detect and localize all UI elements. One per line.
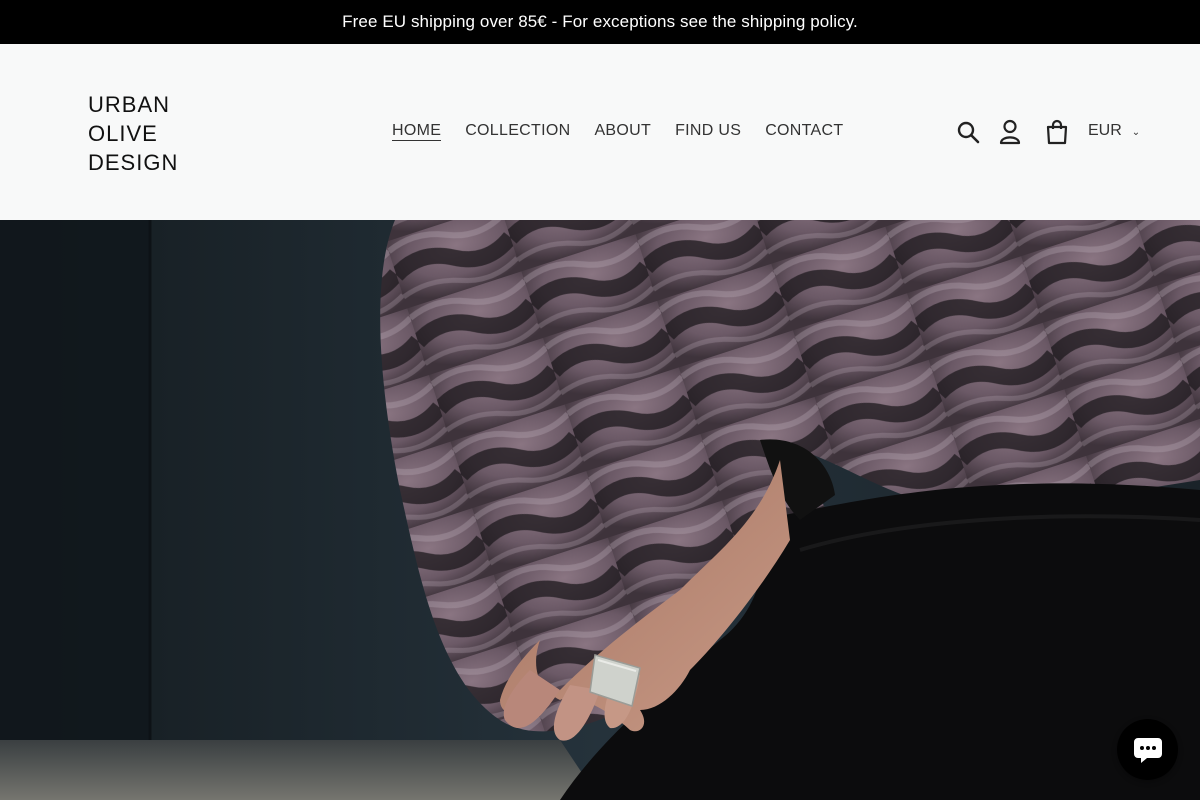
nav-item-contact-label: CONTACT [765, 122, 844, 139]
nav-item-about[interactable]: ABOUT [582, 120, 663, 142]
logo-line-2: OLIVE [88, 121, 158, 146]
nav-item-home-label: HOME [392, 122, 442, 141]
account-button[interactable] [990, 112, 1030, 152]
announcement-bar[interactable]: Free EU shipping over 85€ - For exceptio… [0, 0, 1200, 44]
nav-item-collection[interactable]: COLLECTION [453, 120, 582, 142]
logo-line-3: DESIGN [88, 150, 179, 175]
nav-item-collection-label: COLLECTION [465, 122, 571, 139]
chevron-down-icon: ⌄ [1131, 126, 1141, 138]
nav-item-find-us-label: FIND US [675, 122, 742, 139]
cart-button[interactable] [1037, 112, 1077, 152]
logo-line-1: URBAN [88, 92, 171, 117]
hero-photo [0, 220, 1200, 800]
nav-item-home[interactable]: HOME [380, 120, 453, 142]
chat-button[interactable] [1117, 719, 1178, 780]
main-nav: HOME COLLECTION ABOUT FIND US CONTACT [380, 120, 855, 142]
site-header: URBAN OLIVE DESIGN HOME COLLECTION ABOUT… [0, 44, 1200, 220]
hero-image [0, 220, 1200, 800]
search-button[interactable] [948, 112, 988, 152]
chat-bubble-icon [1133, 737, 1162, 763]
currency-value: EUR [1088, 122, 1122, 139]
nav-item-about-label: ABOUT [594, 122, 652, 139]
site-logo[interactable]: URBAN OLIVE DESIGN [88, 90, 178, 177]
nav-item-find-us[interactable]: FIND US [663, 120, 753, 142]
currency-selector[interactable]: EUR ⌄ [1088, 122, 1140, 140]
search-icon [957, 121, 980, 144]
account-icon [999, 119, 1021, 145]
header-icons [948, 112, 1077, 152]
announcement-text[interactable]: Free EU shipping over 85€ - For exceptio… [342, 12, 858, 32]
nav-item-contact[interactable]: CONTACT [753, 120, 855, 142]
cart-icon [1046, 119, 1068, 145]
